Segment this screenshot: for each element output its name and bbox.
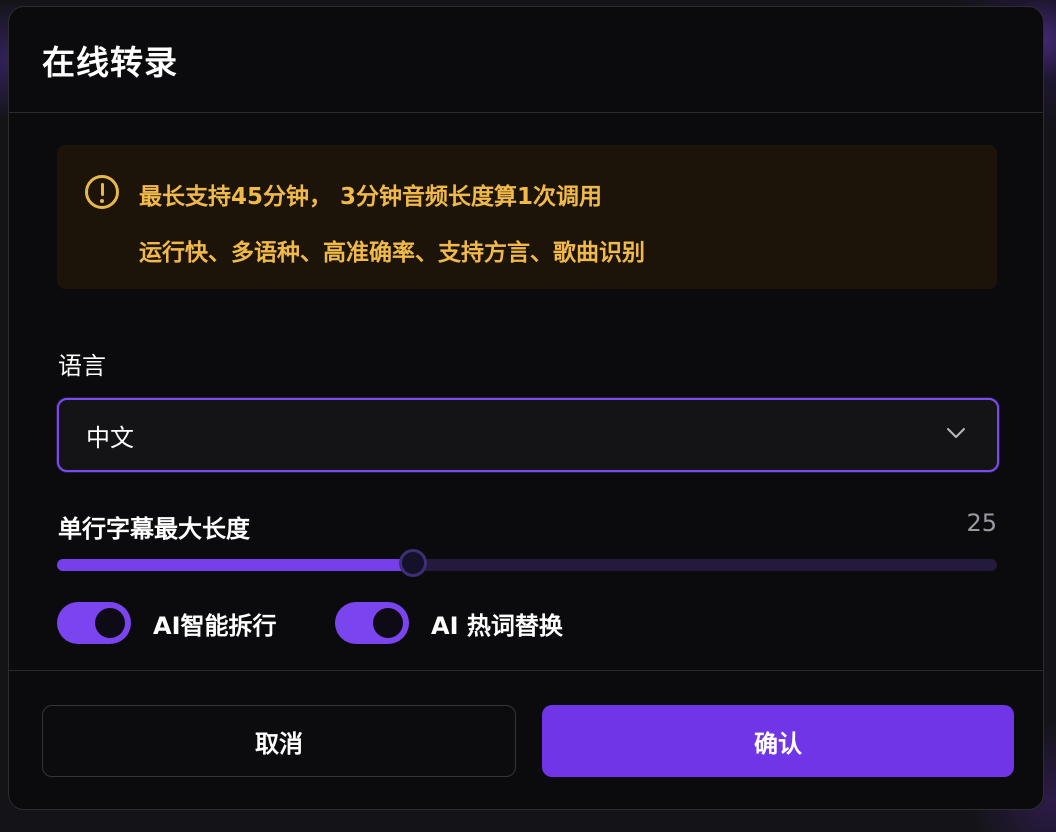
transcribe-dialog: 在线转录 最长支持45分钟， 3分钟音频长度算1次调用 运行快、多语种、高准确率… bbox=[8, 6, 1044, 810]
dialog-body: 最长支持45分钟， 3分钟音频长度算1次调用 运行快、多语种、高准确率、支持方言… bbox=[9, 113, 1043, 671]
notice-line-2: 运行快、多语种、高准确率、支持方言、歌曲识别 bbox=[139, 240, 645, 266]
ai-hotword-replace-label: AI 热词替换 bbox=[431, 611, 563, 640]
slider-fill bbox=[57, 559, 414, 571]
language-selected-value: 中文 bbox=[86, 423, 134, 452]
confirm-button[interactable]: 确认 bbox=[542, 705, 1014, 777]
language-label: 语言 bbox=[58, 352, 106, 380]
ai-smart-split-switch[interactable] bbox=[57, 602, 131, 644]
alert-circle-icon bbox=[85, 175, 119, 209]
language-select[interactable]: 中文 bbox=[57, 398, 999, 472]
switch-knob bbox=[95, 608, 125, 638]
ai-hotword-replace-toggle[interactable]: AI 热词替换 bbox=[335, 602, 563, 644]
slider-thumb[interactable] bbox=[399, 549, 428, 577]
ai-hotword-replace-switch[interactable] bbox=[335, 602, 409, 644]
cancel-button[interactable]: 取消 bbox=[42, 705, 516, 777]
ai-smart-split-toggle[interactable]: AI智能拆行 bbox=[57, 602, 277, 644]
switch-knob bbox=[373, 608, 403, 638]
dialog-title: 在线转录 bbox=[42, 42, 178, 82]
dialog-footer: 取消 确认 bbox=[9, 671, 1043, 809]
notice-banner: 最长支持45分钟， 3分钟音频长度算1次调用 运行快、多语种、高准确率、支持方言… bbox=[57, 145, 997, 289]
max-length-label: 单行字幕最大长度 bbox=[58, 515, 250, 543]
max-length-slider[interactable] bbox=[57, 549, 997, 577]
notice-line-1: 最长支持45分钟， 3分钟音频长度算1次调用 bbox=[139, 184, 603, 210]
dialog-header: 在线转录 bbox=[9, 7, 1043, 113]
ai-smart-split-label: AI智能拆行 bbox=[153, 611, 277, 640]
max-length-value: 25 bbox=[966, 509, 997, 537]
chevron-down-icon bbox=[947, 428, 965, 438]
